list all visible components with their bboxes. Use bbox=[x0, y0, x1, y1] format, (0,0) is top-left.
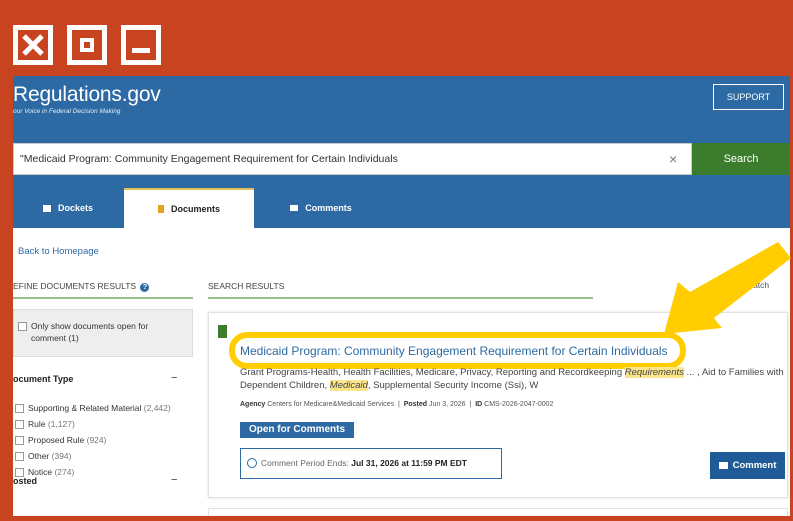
refine-results-heading: EFINE DOCUMENTS RESULTS ? bbox=[13, 281, 150, 292]
comment-icon bbox=[718, 461, 728, 469]
filter-label: Rule bbox=[28, 419, 46, 429]
search-button[interactable]: Search bbox=[692, 143, 790, 175]
tab-documents[interactable]: Documents bbox=[124, 188, 254, 228]
document-icon bbox=[157, 205, 164, 213]
tab-label: Documents bbox=[170, 204, 220, 214]
search-results-heading: SEARCH RESULTS bbox=[208, 281, 285, 291]
close-icon bbox=[22, 34, 44, 56]
filter-checkbox[interactable] bbox=[15, 420, 24, 429]
results-divider bbox=[208, 297, 593, 299]
comment-period-date: Jul 31, 2026 at 11:59 PM EDT bbox=[351, 458, 468, 468]
back-to-homepage-link[interactable]: Back to Homepage bbox=[18, 246, 99, 257]
maximize-icon bbox=[80, 38, 94, 52]
comment-button-label: Comment bbox=[732, 460, 777, 471]
filter-count: (924) bbox=[86, 435, 107, 445]
filter-count: (394) bbox=[51, 451, 72, 461]
status-badge: Open for Comments bbox=[240, 422, 354, 438]
filter-label: Proposed Rule bbox=[28, 435, 85, 445]
filter-checkbox[interactable] bbox=[15, 404, 24, 413]
clock-icon bbox=[247, 458, 257, 468]
result-tabs: Dockets Documents Comments bbox=[13, 188, 790, 228]
site-header: Regulations.gov our Voice in Federal Dec… bbox=[13, 76, 790, 143]
close-window-button[interactable] bbox=[13, 25, 53, 65]
refine-label: EFINE DOCUMENTS RESULTS bbox=[13, 281, 137, 291]
tab-label: Comments bbox=[305, 203, 352, 213]
filter-count: (2,442) bbox=[143, 403, 171, 413]
help-icon[interactable]: ? bbox=[140, 283, 150, 292]
document-type-heading: ocument Type bbox=[13, 374, 74, 384]
pointer-arrow-icon bbox=[664, 242, 791, 334]
minimize-window-button[interactable] bbox=[121, 25, 161, 65]
collapse-posted-icon[interactable]: − bbox=[171, 474, 177, 486]
collapse-document-type-icon[interactable]: − bbox=[171, 372, 177, 384]
tab-comments[interactable]: Comments bbox=[256, 188, 386, 228]
folder-icon bbox=[42, 204, 51, 212]
comment-period-box: Comment Period Ends: Jul 31, 2026 at 11:… bbox=[240, 448, 502, 479]
filter-checkbox[interactable] bbox=[15, 452, 24, 461]
refine-divider bbox=[13, 297, 193, 299]
search-bar: "Medicaid Program: Community Engagement … bbox=[13, 143, 790, 188]
annotation-highlight-ring bbox=[229, 332, 686, 369]
comment-button[interactable]: Comment bbox=[710, 452, 785, 479]
site-logo[interactable]: Regulations.gov bbox=[13, 83, 161, 107]
search-input[interactable]: "Medicaid Program: Community Engagement … bbox=[13, 143, 692, 175]
tab-dockets[interactable]: Dockets bbox=[13, 188, 123, 228]
document-flag-icon bbox=[218, 325, 227, 338]
filter-count: (274) bbox=[54, 467, 75, 477]
filter-label: Supporting & Related Material bbox=[28, 403, 142, 413]
open-for-comment-checkbox[interactable] bbox=[18, 322, 27, 331]
search-query-text: "Medicaid Program: Community Engagement … bbox=[20, 153, 398, 165]
result-metadata: Agency Centers for Medicare&Medicaid Ser… bbox=[240, 401, 554, 408]
filter-checkbox[interactable] bbox=[15, 436, 24, 445]
next-result-card bbox=[208, 508, 788, 516]
comment-period-label: Comment Period Ends: bbox=[261, 458, 349, 468]
maximize-window-button[interactable] bbox=[67, 25, 107, 65]
open-for-comment-label: Only show documents open for comment (1) bbox=[31, 321, 149, 343]
filter-label: Other bbox=[28, 451, 50, 461]
minimize-icon bbox=[132, 48, 150, 53]
clear-search-icon[interactable]: × bbox=[669, 151, 677, 167]
filter-count: (1,127) bbox=[47, 419, 75, 429]
support-button[interactable]: SUPPORT bbox=[713, 84, 784, 110]
open-for-comment-filter[interactable]: Only show documents open for comment (1) bbox=[13, 309, 193, 357]
result-topics: Grant Programs-Health, Health Facilities… bbox=[240, 367, 784, 391]
tab-label: Dockets bbox=[57, 203, 93, 213]
comment-icon bbox=[290, 205, 299, 211]
site-tagline: our Voice in Federal Decision Making bbox=[13, 108, 121, 115]
window-control-bar bbox=[0, 0, 793, 76]
posted-heading: osted bbox=[13, 476, 38, 486]
